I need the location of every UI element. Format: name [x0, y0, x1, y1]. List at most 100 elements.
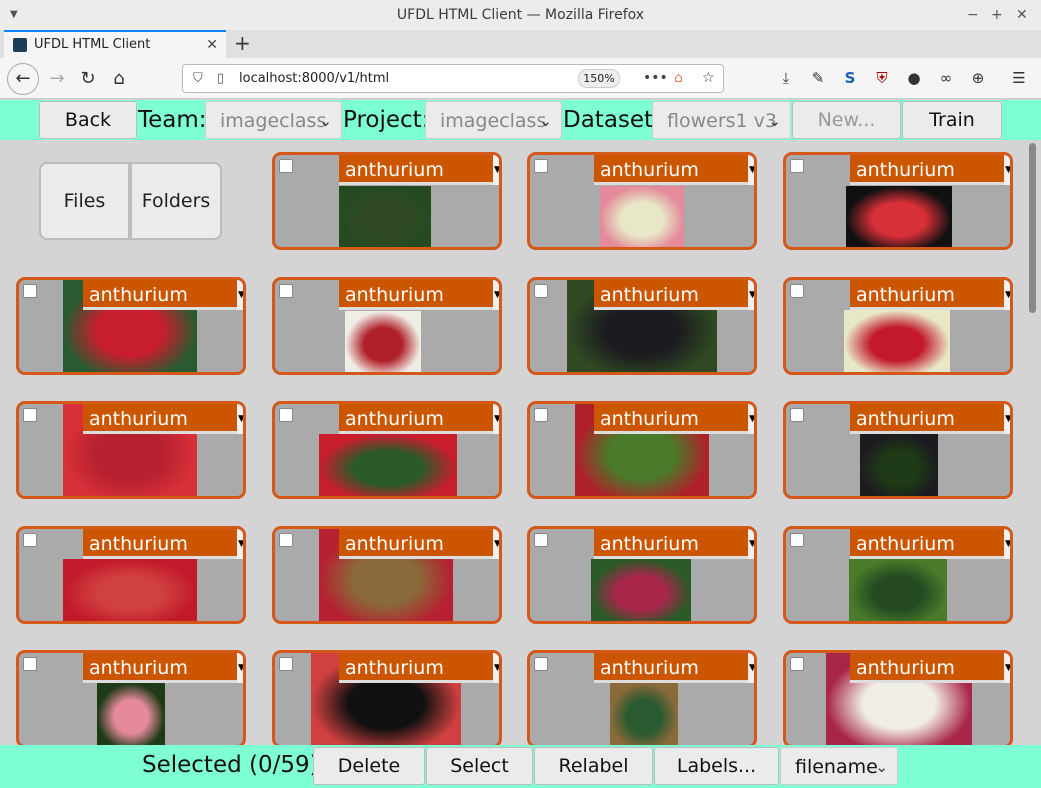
select-checkbox[interactable]	[279, 533, 293, 547]
label-dropdown-icon[interactable]: ▼	[1004, 155, 1010, 185]
select-checkbox[interactable]	[534, 533, 548, 547]
relabel-button[interactable]: Relabel	[534, 747, 653, 785]
image-card[interactable]: anthurium ▼	[783, 401, 1013, 499]
label-select[interactable]: anthurium	[339, 280, 493, 310]
image-card[interactable]: anthurium ▼	[16, 526, 246, 624]
label-dropdown-icon[interactable]: ▼	[237, 653, 243, 683]
bookmark-star-icon[interactable]: ☆	[702, 65, 715, 92]
labels-button[interactable]: Labels...	[654, 747, 779, 785]
label-select[interactable]: anthurium	[850, 404, 1004, 434]
mask-icon[interactable]: ∞	[934, 66, 958, 90]
thumbnail-image[interactable]	[844, 310, 950, 372]
image-card[interactable]: anthurium ▼	[16, 401, 246, 499]
image-card[interactable]: anthurium ▼	[272, 277, 502, 375]
select-checkbox[interactable]	[534, 284, 548, 298]
select-checkbox[interactable]	[790, 159, 804, 173]
select-checkbox[interactable]	[23, 408, 37, 422]
label-select[interactable]: anthurium	[83, 529, 237, 559]
train-button[interactable]: Train	[902, 101, 1002, 139]
select-checkbox[interactable]	[790, 533, 804, 547]
select-checkbox[interactable]	[279, 284, 293, 298]
label-select[interactable]: anthurium	[594, 653, 748, 683]
image-card[interactable]: anthurium ▼	[783, 152, 1013, 250]
thumbnail-image[interactable]	[610, 683, 678, 745]
select-checkbox[interactable]	[790, 408, 804, 422]
select-checkbox[interactable]	[534, 159, 548, 173]
label-dropdown-icon[interactable]: ▼	[748, 404, 754, 434]
hamburger-menu-icon[interactable]: ☰	[1007, 66, 1031, 90]
sort-select[interactable]: filename ⌄	[780, 747, 898, 785]
label-dropdown-icon[interactable]: ▼	[748, 653, 754, 683]
url-text[interactable]: localhost:8000/v1/html	[239, 71, 389, 86]
select-button[interactable]: Select	[426, 747, 533, 785]
thumbnail-image[interactable]	[339, 186, 431, 247]
select-checkbox[interactable]	[790, 284, 804, 298]
scrollbar-thumb[interactable]	[1029, 143, 1036, 313]
thumbnail-image[interactable]	[860, 434, 938, 496]
label-dropdown-icon[interactable]: ▼	[493, 280, 499, 310]
image-card[interactable]: anthurium ▼	[527, 650, 757, 745]
extension-s-icon[interactable]: S	[838, 66, 862, 90]
download-icon[interactable]: ⤓	[774, 66, 798, 90]
label-dropdown-icon[interactable]: ▼	[1004, 653, 1010, 683]
vertical-scrollbar[interactable]	[1026, 140, 1041, 745]
extension-dots-icon[interactable]: ●	[902, 66, 926, 90]
image-card[interactable]: anthurium ▼	[527, 152, 757, 250]
folders-toggle[interactable]: Folders	[130, 162, 222, 240]
label-dropdown-icon[interactable]: ▼	[493, 404, 499, 434]
back-button[interactable]: Back	[39, 101, 137, 139]
forward-arrow-icon[interactable]: →	[42, 64, 72, 94]
select-checkbox[interactable]	[279, 159, 293, 173]
more-actions-icon[interactable]: •••	[643, 65, 668, 92]
image-card[interactable]: anthurium ▼	[272, 650, 502, 745]
close-tab-icon[interactable]: ✕	[206, 32, 218, 58]
label-dropdown-icon[interactable]: ▼	[493, 529, 499, 559]
image-card[interactable]: anthurium ▼	[16, 277, 246, 375]
image-card[interactable]: anthurium ▼	[783, 277, 1013, 375]
browser-tab[interactable]: UFDL HTML Client ✕	[4, 30, 226, 58]
maximize-icon[interactable]: +	[991, 0, 1003, 30]
label-select[interactable]: anthurium	[83, 404, 237, 434]
select-checkbox[interactable]	[23, 657, 37, 671]
thumbnail-image[interactable]	[345, 311, 421, 372]
project-select[interactable]: imageclass ⌄	[425, 101, 562, 139]
image-card[interactable]: anthurium ▼	[527, 526, 757, 624]
reload-icon[interactable]: ↻	[73, 64, 103, 94]
thumbnail-image[interactable]	[591, 559, 691, 621]
thumbnail-image[interactable]	[849, 559, 947, 621]
thumbnail-image[interactable]	[846, 186, 952, 247]
thumbnail-image[interactable]	[600, 186, 684, 247]
label-dropdown-icon[interactable]: ▼	[493, 653, 499, 683]
extension-icon[interactable]: ✎	[806, 66, 830, 90]
label-dropdown-icon[interactable]: ▼	[237, 529, 243, 559]
image-card[interactable]: anthurium ▼	[783, 650, 1013, 745]
zoom-badge[interactable]: 150%	[578, 69, 620, 88]
label-select[interactable]: anthurium	[594, 529, 748, 559]
back-arrow-icon[interactable]: ←	[7, 63, 39, 95]
thumbnail-image[interactable]	[319, 434, 457, 496]
files-toggle[interactable]: Files	[39, 162, 130, 240]
label-dropdown-icon[interactable]: ▼	[493, 155, 499, 185]
image-card[interactable]: anthurium ▼	[783, 526, 1013, 624]
address-bar[interactable]: ⛉ ▯ localhost:8000/v1/html 150% ••• ⌂ ☆	[182, 64, 724, 93]
shield-icon[interactable]: ⛉	[193, 65, 203, 92]
close-window-icon[interactable]: ✕	[1016, 0, 1028, 30]
image-card[interactable]: anthurium ▼	[272, 152, 502, 250]
label-dropdown-icon[interactable]: ▼	[1004, 529, 1010, 559]
select-checkbox[interactable]	[279, 408, 293, 422]
label-dropdown-icon[interactable]: ▼	[748, 280, 754, 310]
label-dropdown-icon[interactable]: ▼	[748, 155, 754, 185]
pocket-icon[interactable]: ⌂	[674, 65, 683, 92]
delete-button[interactable]: Delete	[313, 747, 425, 785]
globe-icon[interactable]: ⊕	[966, 66, 990, 90]
label-select[interactable]: anthurium	[339, 529, 493, 559]
label-dropdown-icon[interactable]: ▼	[237, 404, 243, 434]
thumbnail-image[interactable]	[63, 559, 197, 621]
label-select[interactable]: anthurium	[339, 155, 493, 185]
label-select[interactable]: anthurium	[339, 404, 493, 434]
image-card[interactable]: anthurium ▼	[527, 401, 757, 499]
image-card[interactable]: anthurium ▼	[16, 650, 246, 745]
label-select[interactable]: anthurium	[594, 280, 748, 310]
image-card[interactable]: anthurium ▼	[272, 526, 502, 624]
select-checkbox[interactable]	[790, 657, 804, 671]
